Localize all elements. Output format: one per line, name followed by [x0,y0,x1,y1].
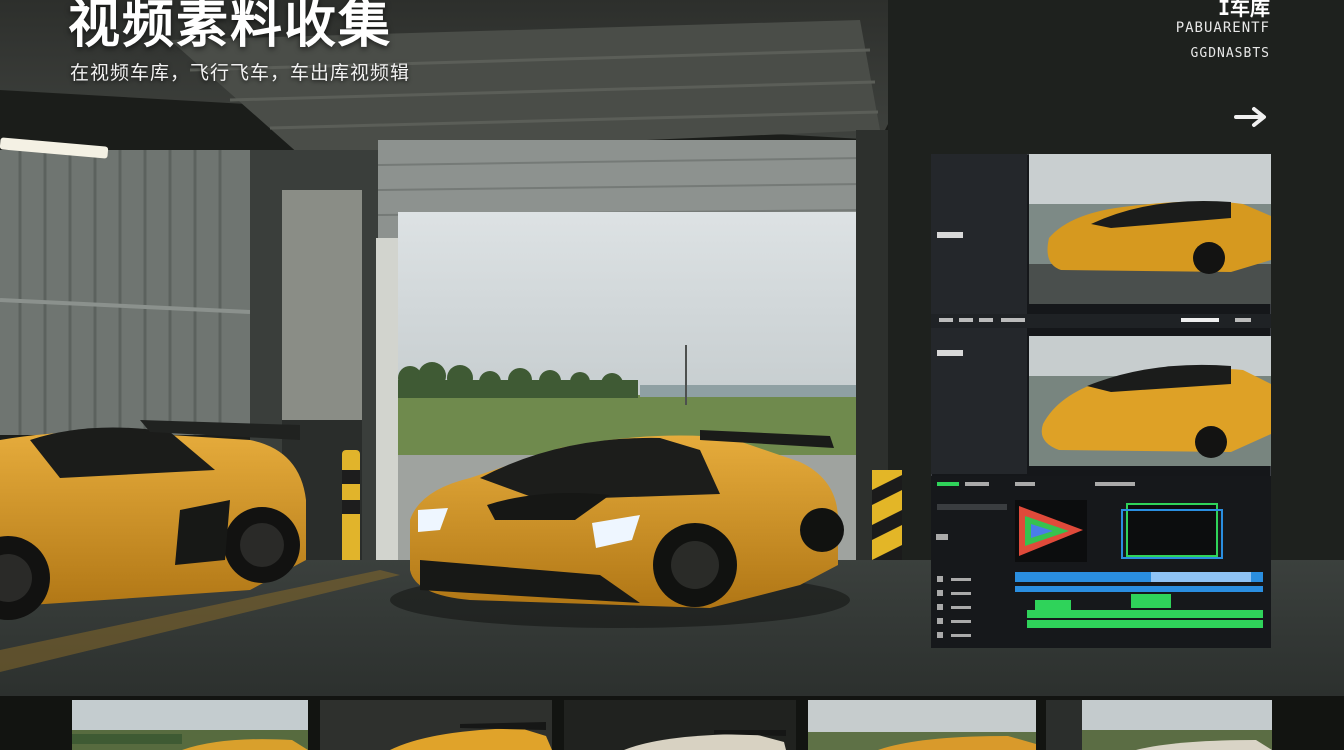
thumbnail-2[interactable] [320,700,552,750]
page-title: 视频素料收集 [68,0,393,55]
page-subtitle: 在视频车库，飞行飞车，车出库视频辑 [70,62,411,84]
thumbnail-3[interactable] [564,700,796,750]
play-icon[interactable] [1015,500,1087,562]
thumbnail-4[interactable] [808,700,1036,750]
corner-text-1: PABUARENTF [1175,20,1270,36]
video-editor-panel [931,154,1271,648]
corner-label: I车库 [1217,0,1270,20]
corner-text-2: GGDNASBTS [1190,46,1270,61]
thumbnail-5[interactable] [1046,700,1272,750]
arrow-right-icon[interactable] [1232,104,1272,130]
thumbnail-1[interactable] [72,700,308,750]
